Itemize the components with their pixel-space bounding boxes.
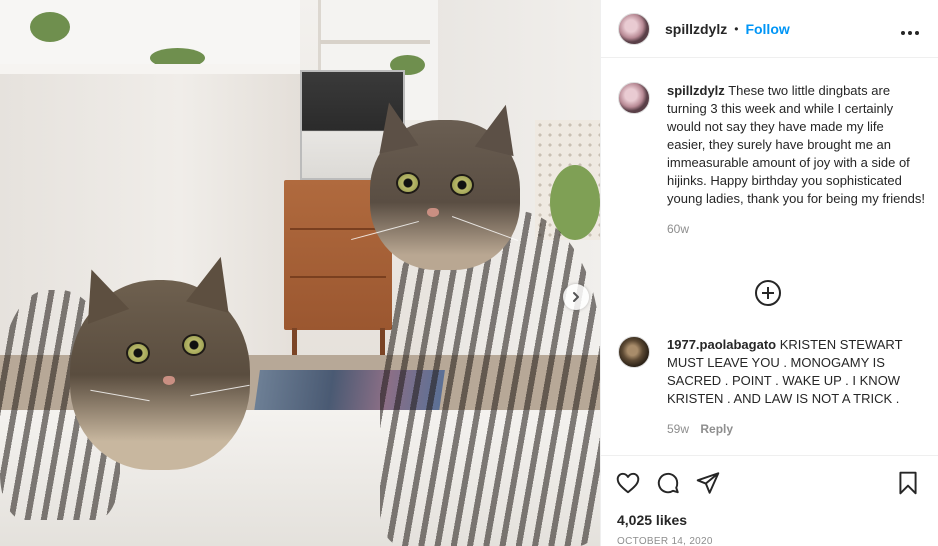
caption: spillzdylz These two little dingbats are… — [618, 82, 928, 238]
comment-bubble-icon — [657, 472, 679, 494]
comment-body: 1977.paolabagato KRISTEN STEWART MUST LE… — [667, 336, 925, 438]
chevron-right-icon — [573, 292, 579, 302]
ellipsis-icon — [901, 31, 919, 35]
cat-left — [0, 250, 270, 546]
photo-dresser-leg — [292, 328, 297, 358]
cat-left-ear — [186, 251, 242, 313]
header-separator: • — [734, 21, 739, 36]
like-button[interactable] — [615, 470, 641, 496]
photo-shelf-board — [320, 40, 430, 44]
comment-button[interactable] — [655, 470, 681, 496]
post-actions: 4,025 likes OCTOBER 14, 2020 — [601, 456, 938, 546]
photo-counter-top — [0, 64, 300, 74]
comment-age[interactable]: 59w — [667, 422, 689, 436]
post-sidebar: spillzdylz • Follow spillzdylz These two… — [600, 0, 938, 546]
heart-icon — [616, 472, 640, 494]
cat-right-nose — [427, 208, 439, 217]
comments-list: spillzdylz These two little dingbats are… — [601, 58, 938, 456]
post-header: spillzdylz • Follow — [601, 0, 938, 58]
caption-username[interactable]: spillzdylz — [667, 83, 725, 98]
caption-body: spillzdylz These two little dingbats are… — [667, 82, 925, 238]
cat-right-ear — [369, 98, 419, 154]
cat-right-ear — [474, 99, 526, 157]
author-avatar[interactable] — [618, 82, 650, 114]
comment-meta: 59w Reply — [667, 420, 925, 438]
author-avatar[interactable] — [618, 12, 650, 45]
commenter-avatar[interactable] — [618, 336, 650, 368]
follow-button[interactable]: Follow — [745, 21, 789, 37]
caption-meta: 60w — [667, 220, 925, 238]
cat-right — [350, 98, 600, 546]
comment-item: 1977.paolabagato KRISTEN STEWART MUST LE… — [618, 336, 928, 438]
cat-left-nose — [163, 376, 175, 385]
plus-circle-icon[interactable] — [755, 280, 781, 306]
like-count[interactable]: 4,025 likes — [617, 512, 687, 528]
bookmark-icon — [899, 471, 917, 495]
cat-left-eye — [126, 342, 150, 364]
author-username[interactable]: spillzdylz — [665, 21, 727, 37]
cat-right-eye — [450, 174, 474, 196]
caption-text: These two little dingbats are turning 3 … — [667, 83, 925, 206]
save-button[interactable] — [895, 470, 921, 496]
caption-age[interactable]: 60w — [667, 222, 689, 236]
commenter-username[interactable]: 1977.paolabagato — [667, 337, 776, 352]
next-photo-button[interactable] — [563, 284, 589, 310]
reply-button[interactable]: Reply — [700, 422, 733, 436]
cat-left-eye — [182, 334, 206, 356]
cat-right-eye — [396, 172, 420, 194]
paper-plane-icon — [696, 472, 720, 494]
post-photo[interactable] — [0, 0, 600, 546]
post-date[interactable]: OCTOBER 14, 2020 — [617, 536, 713, 546]
photo-plant — [30, 12, 70, 42]
more-options-icon[interactable] — [901, 19, 919, 40]
share-button[interactable] — [695, 470, 721, 496]
